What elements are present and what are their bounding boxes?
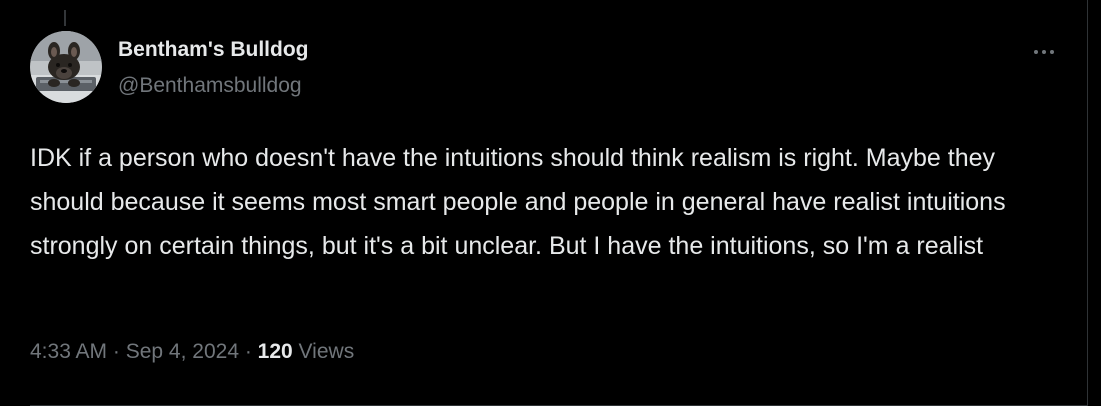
- more-options-button[interactable]: [1024, 36, 1064, 64]
- meta-separator: ·: [239, 340, 258, 363]
- tweet-time[interactable]: 4:33 AM: [30, 340, 107, 363]
- views-label: Views: [292, 340, 355, 363]
- author-handle[interactable]: @Benthamsbulldog: [118, 74, 302, 98]
- column-divider: [1087, 0, 1088, 406]
- thread-connector-line: [64, 10, 66, 26]
- author-name[interactable]: Bentham's Bulldog: [118, 38, 309, 62]
- tweet-date[interactable]: Sep 4, 2024: [126, 340, 239, 363]
- avatar-image: [30, 31, 102, 103]
- avatar[interactable]: [30, 31, 102, 103]
- views-count: 120: [257, 340, 293, 363]
- tweet-text: IDK if a person who doesn't have the int…: [30, 144, 1006, 260]
- tweet-meta: 4:33 AM · Sep 4, 2024 · 120 Views: [30, 340, 354, 364]
- more-horizontal-icon: [1032, 41, 1056, 59]
- meta-separator: ·: [107, 340, 126, 363]
